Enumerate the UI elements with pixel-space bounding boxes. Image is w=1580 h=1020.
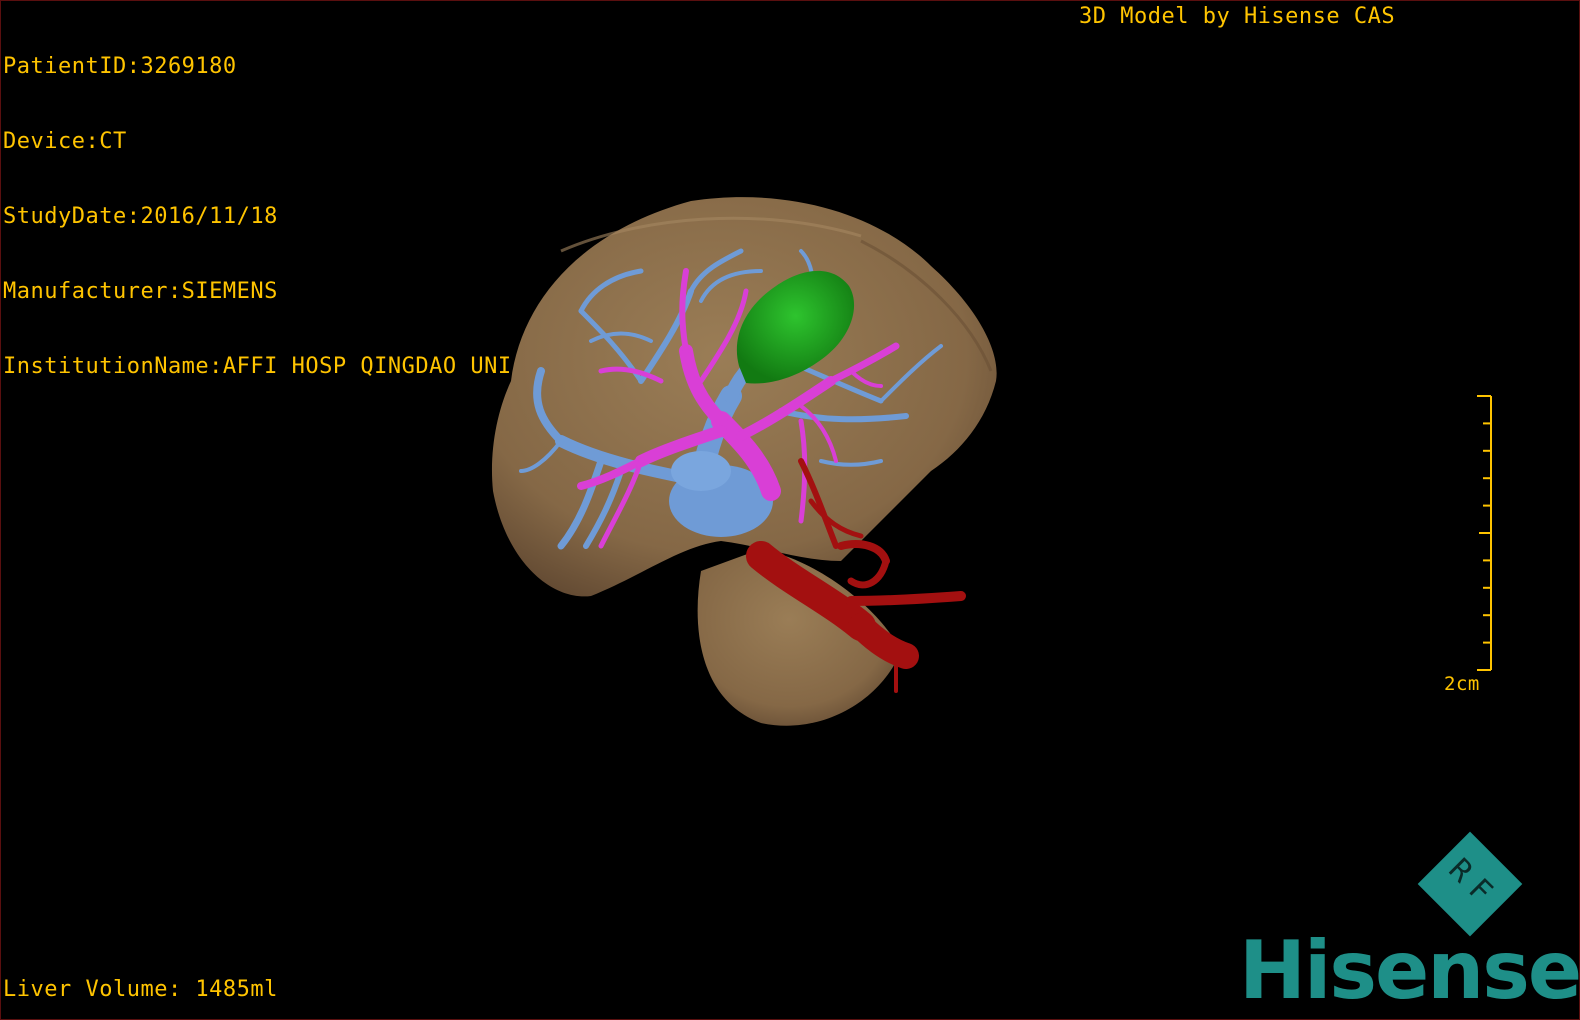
institution-name: InstitutionName:AFFI HOSP QINGDAO UNI: [3, 354, 512, 379]
device: Device:CT: [3, 129, 127, 154]
scale-bar-icon: [1477, 395, 1492, 671]
scale-bar-label: 2cm: [1444, 673, 1480, 695]
hisense-logo: Hisense: [1239, 924, 1580, 1017]
patient-id: PatientID:3269180: [3, 54, 237, 79]
model-title: 3D Model by Hisense CAS: [1079, 4, 1396, 29]
study-date: StudyDate:2016/11/18: [3, 204, 278, 229]
3d-viewport[interactable]: PatientID:3269180 Device:CT StudyDate:20…: [0, 0, 1580, 1020]
manufacturer: Manufacturer:SIEMENS: [3, 279, 278, 304]
liver-volume: Liver Volume: 1485ml: [3, 977, 278, 1002]
dicom-info: PatientID:3269180 Device:CT StudyDate:20…: [3, 4, 512, 429]
portal-vein-trunk: [671, 451, 731, 491]
